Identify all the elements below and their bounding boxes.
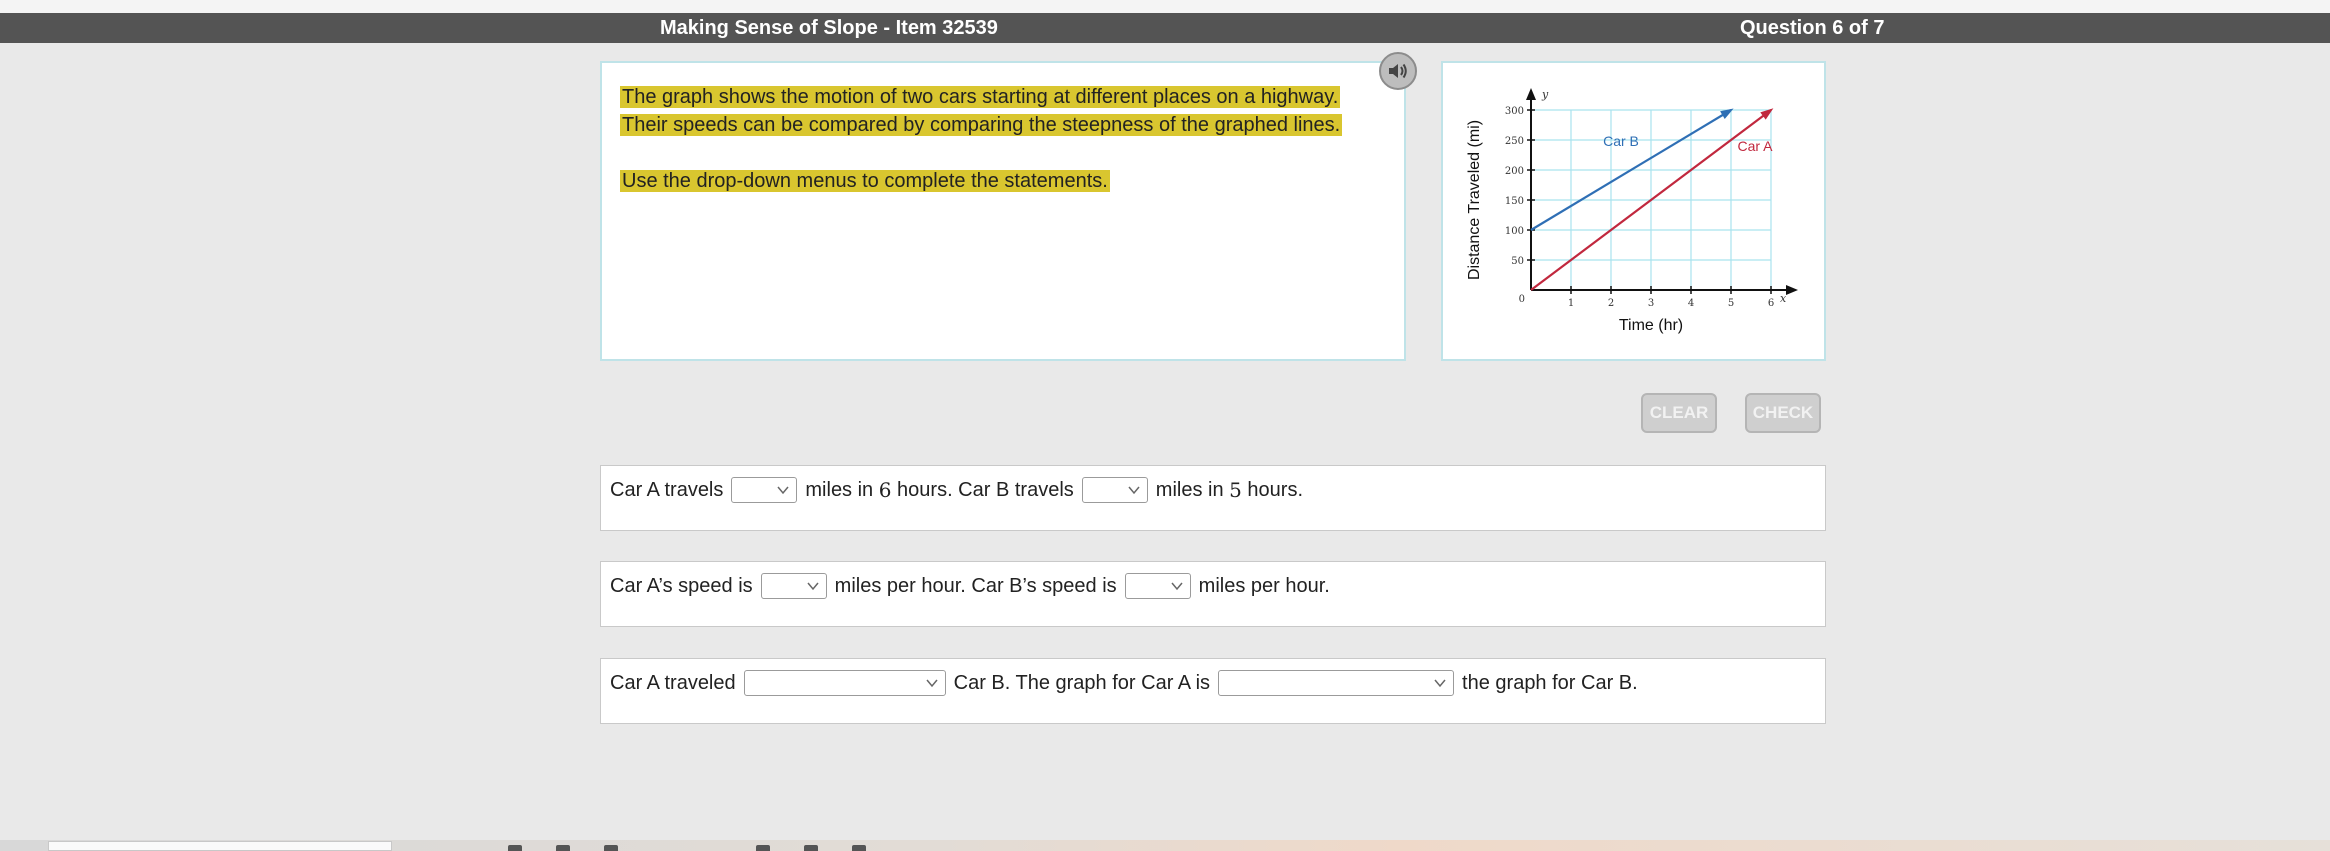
- x-tick-label: 3: [1648, 298, 1654, 309]
- chevron-down-icon: [1171, 582, 1183, 591]
- question-counter: Question 6 of 7: [1740, 17, 1885, 39]
- x-tick-label: 4: [1688, 298, 1694, 309]
- chevron-down-icon: [926, 679, 938, 688]
- y-tick-label: 300: [1505, 106, 1524, 117]
- steepness-comparison-dropdown[interactable]: [1218, 670, 1455, 696]
- y-axis-arrow-icon: [1526, 88, 1536, 100]
- taskbar-app-icon[interactable]: [756, 845, 770, 851]
- statement-row-1: Car A travels miles in 6 hours. Car B tr…: [600, 465, 1826, 531]
- y-axis-letter: y: [1541, 88, 1549, 101]
- stem-line-1: The graph shows the motion of two cars s…: [620, 86, 1341, 108]
- taskbar-app-icon[interactable]: [508, 845, 522, 851]
- statement-2-text-a: Car A’s speed is: [610, 575, 753, 597]
- x-tick-label: 6: [1768, 298, 1774, 309]
- taskbar-app-icon[interactable]: [556, 845, 570, 851]
- statement-1-text-a: Car A travels: [610, 479, 724, 501]
- statement-1-text-e: hours.: [1241, 479, 1304, 501]
- chevron-down-icon: [1434, 679, 1446, 688]
- statement-row-2: Car A’s speed is miles per hour. Car B’s…: [600, 561, 1826, 627]
- stem-line-2: Their speeds can be compared by comparin…: [620, 114, 1343, 136]
- origin-label: 0: [1519, 294, 1525, 305]
- title-bar: Making Sense of Slope - Item 32539 Quest…: [0, 13, 2330, 43]
- taskbar-app-icon[interactable]: [852, 845, 866, 851]
- taskbar-app-icon[interactable]: [804, 845, 818, 851]
- statement-1-text-c: hours. Car B travels: [891, 479, 1074, 501]
- stem-line-3: Use the drop-down menus to complete the …: [620, 170, 1110, 192]
- car-b-speed-dropdown[interactable]: [1124, 573, 1191, 599]
- x-tick-label: 2: [1608, 298, 1614, 309]
- distance-comparison-dropdown[interactable]: [743, 670, 946, 696]
- statement-1-text-d: miles in: [1155, 479, 1230, 501]
- y-tick-label: 250: [1505, 136, 1524, 147]
- x-tick-label: 1: [1568, 298, 1574, 309]
- text-to-speech-button[interactable]: [1379, 52, 1417, 90]
- statement-1-hours-a: 6: [878, 478, 892, 502]
- check-button[interactable]: CHECK: [1745, 393, 1821, 433]
- car-a-speed-dropdown[interactable]: [760, 573, 827, 599]
- x-tick-label: 5: [1728, 298, 1734, 309]
- distance-time-chart: 1 2 3 4 5 6 50 100 150 200 250 300 0 y x Time (hr) Dista…: [1466, 88, 1798, 334]
- statement-1-hours-b: 5: [1229, 478, 1242, 502]
- series-label-car-b: Car B: [1603, 133, 1639, 149]
- y-axis-label: Distance Traveled (mi): [1466, 120, 1483, 280]
- graph-panel: 1 2 3 4 5 6 50 100 150 200 250 300 0 y x Time (hr) Dista…: [1441, 61, 1826, 361]
- taskbar-search-box[interactable]: [48, 841, 392, 851]
- car-a-miles-dropdown[interactable]: [731, 477, 798, 503]
- statement-row-3: Car A traveled Car B. The graph for Car …: [600, 658, 1826, 724]
- x-axis-arrow-icon: [1786, 285, 1798, 295]
- car-b-miles-dropdown[interactable]: [1081, 477, 1148, 503]
- taskbar-app-icon[interactable]: [604, 845, 618, 851]
- chevron-down-icon: [1128, 486, 1140, 495]
- item-title: Making Sense of Slope - Item 32539: [660, 17, 998, 39]
- series-label-car-a: Car A: [1737, 138, 1773, 154]
- clear-button[interactable]: CLEAR: [1641, 393, 1717, 433]
- statement-1-text-b: miles in: [805, 479, 879, 501]
- x-axis-label: Time (hr): [1619, 317, 1683, 334]
- question-stem-panel: The graph shows the motion of two cars s…: [600, 61, 1406, 361]
- statement-3-text-a: Car A traveled: [610, 672, 736, 694]
- speaker-icon: [1389, 63, 1407, 79]
- statement-2-text-b: miles per hour. Car B’s speed is: [834, 575, 1117, 597]
- y-tick-label: 200: [1505, 166, 1524, 177]
- y-tick-label: 100: [1505, 226, 1524, 237]
- x-axis-letter: x: [1780, 292, 1787, 305]
- statement-2-text-c: miles per hour.: [1198, 575, 1330, 597]
- y-tick-label: 50: [1511, 256, 1524, 267]
- chevron-down-icon: [807, 582, 819, 591]
- chevron-down-icon: [777, 486, 789, 495]
- browser-top-strip: [0, 0, 2330, 13]
- statement-3-text-c: the graph for Car B.: [1462, 672, 1638, 694]
- statement-3-text-b: Car B. The graph for Car A is: [953, 672, 1211, 694]
- y-tick-label: 150: [1505, 196, 1524, 207]
